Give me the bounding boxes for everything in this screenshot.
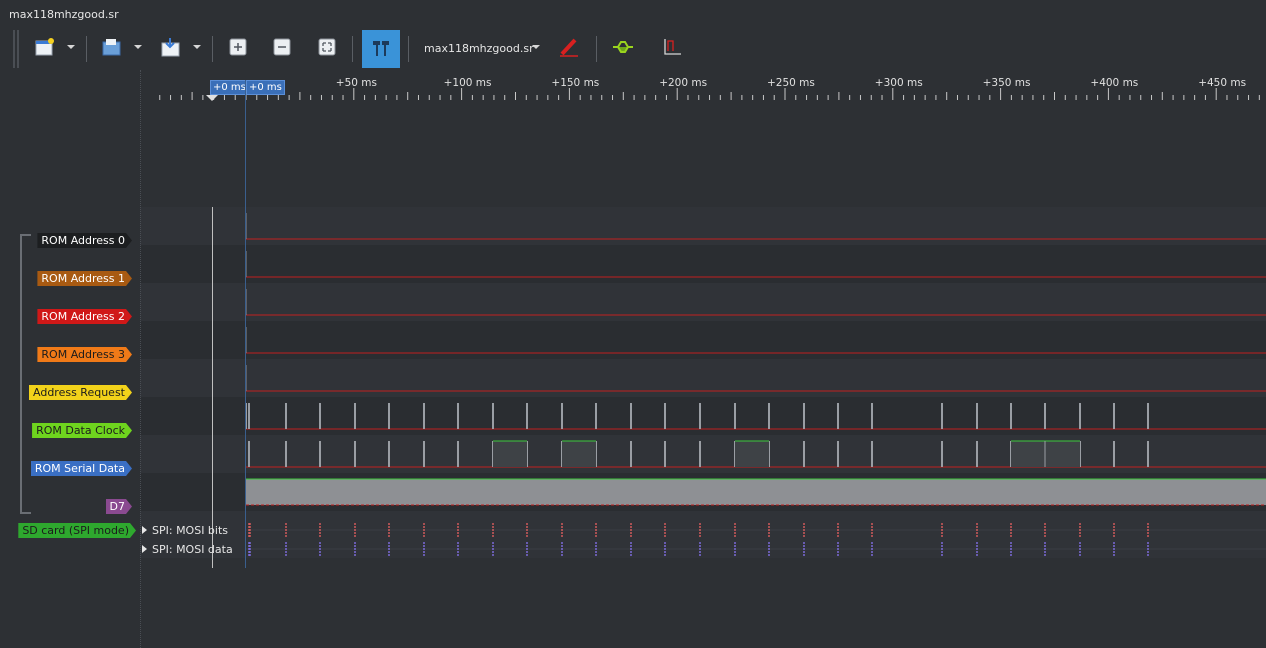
ruler-tick-label: +50 ms bbox=[335, 77, 377, 89]
trace-row[interactable] bbox=[140, 321, 1266, 359]
label-divider bbox=[140, 70, 142, 648]
channel-label-rom-address-2[interactable]: ROM Address 2 bbox=[37, 309, 132, 324]
save-icon bbox=[161, 37, 181, 60]
ruler-tick-label: +400 ms bbox=[1090, 77, 1139, 89]
ruler-tick-label: +350 ms bbox=[982, 77, 1031, 89]
toolbar-separator bbox=[86, 36, 87, 62]
ruler-tick-label: +200 ms bbox=[659, 77, 708, 89]
channel-label-rom-address-3[interactable]: ROM Address 3 bbox=[37, 347, 132, 362]
trace-row[interactable] bbox=[140, 207, 1266, 245]
time-cursor[interactable] bbox=[212, 207, 213, 568]
new-session-button[interactable] bbox=[30, 34, 60, 62]
save-dropdown[interactable] bbox=[193, 45, 201, 49]
cursor-marker-b[interactable]: +0 ms bbox=[246, 80, 285, 95]
device-config-button[interactable] bbox=[554, 34, 584, 62]
trace-row[interactable] bbox=[140, 245, 1266, 283]
cursor-toggle-button[interactable] bbox=[362, 30, 400, 68]
channel-label-rom-address-1[interactable]: ROM Address 1 bbox=[37, 271, 132, 286]
decoder-row-label: SPI: MOSI data bbox=[152, 543, 233, 556]
new-session-icon bbox=[35, 37, 55, 59]
expand-triangle-icon[interactable] bbox=[142, 545, 147, 553]
trace-row[interactable] bbox=[140, 359, 1266, 397]
toolbar-grip[interactable] bbox=[17, 30, 19, 68]
measure-button[interactable] bbox=[657, 34, 687, 62]
trace-row[interactable] bbox=[140, 473, 1266, 511]
cursor-toggle-icon bbox=[371, 38, 391, 61]
decoder-icon bbox=[612, 40, 634, 57]
expand-triangle-icon[interactable] bbox=[142, 526, 147, 534]
toolbar-grip[interactable] bbox=[13, 30, 15, 68]
decoder-row-mosi-bits[interactable]: SPI: MOSI bits bbox=[140, 521, 1266, 540]
device-config-icon bbox=[558, 37, 580, 60]
channel-label-address-request[interactable]: Address Request bbox=[29, 385, 132, 400]
channel-label-rom-serial-data[interactable]: ROM Serial Data bbox=[31, 461, 132, 476]
open-button[interactable] bbox=[97, 34, 127, 62]
new-session-dropdown[interactable] bbox=[67, 45, 75, 49]
session-dropdown[interactable] bbox=[532, 45, 540, 49]
trace-row[interactable] bbox=[140, 283, 1266, 321]
trace-row[interactable] bbox=[140, 435, 1266, 473]
toolbar-separator bbox=[596, 36, 597, 62]
window-title: max118mhzgood.sr bbox=[9, 8, 119, 21]
trace-row[interactable] bbox=[140, 397, 1266, 435]
zoom-fit-icon bbox=[318, 38, 336, 59]
save-button[interactable] bbox=[156, 34, 186, 62]
channel-label-d7[interactable]: D7 bbox=[106, 499, 132, 514]
zoom-out-icon bbox=[273, 38, 291, 59]
time-ruler[interactable]: +50 ms +100 ms +150 ms +200 ms +250 ms +300 m… bbox=[140, 70, 1266, 106]
zoom-fit-button[interactable] bbox=[312, 34, 342, 62]
ruler-tick-label: +300 ms bbox=[874, 77, 923, 89]
open-dropdown[interactable] bbox=[134, 45, 142, 49]
cursor-triangle-icon[interactable] bbox=[206, 95, 218, 103]
ruler-tick-label: +150 ms bbox=[551, 77, 600, 89]
main-toolbar: max118mhzgood.sr bbox=[0, 28, 1266, 70]
ruler-tick-label: +100 ms bbox=[443, 77, 492, 89]
channel-label-rom-data-clock[interactable]: ROM Data Clock bbox=[32, 423, 132, 438]
time-cursor-origin[interactable] bbox=[245, 80, 246, 568]
measure-icon bbox=[662, 38, 682, 59]
ruler-tick-label: +450 ms bbox=[1198, 77, 1247, 89]
decoder-row-mosi-data[interactable]: SPI: MOSI data bbox=[140, 540, 1266, 559]
channel-label-rom-address-0[interactable]: ROM Address 0 bbox=[37, 233, 132, 248]
decoder-button[interactable] bbox=[608, 34, 638, 62]
ruler-tick-label: +250 ms bbox=[767, 77, 815, 89]
toolbar-separator bbox=[408, 36, 409, 62]
toolbar-separator bbox=[212, 36, 213, 62]
open-icon bbox=[102, 38, 122, 59]
decoder-label[interactable]: SD card (SPI mode) bbox=[18, 523, 136, 538]
zoom-out-button[interactable] bbox=[267, 34, 297, 62]
cursor-marker-a[interactable]: +0 ms bbox=[210, 80, 249, 95]
title-bar: max118mhzgood.sr bbox=[0, 0, 1266, 28]
zoom-in-button[interactable] bbox=[223, 34, 253, 62]
toolbar-separator bbox=[352, 36, 353, 62]
session-selector[interactable]: max118mhzgood.sr bbox=[424, 42, 534, 55]
decoder-row-label: SPI: MOSI bits bbox=[152, 524, 229, 537]
channel-group-bracket bbox=[20, 234, 31, 514]
zoom-in-icon bbox=[229, 38, 247, 59]
